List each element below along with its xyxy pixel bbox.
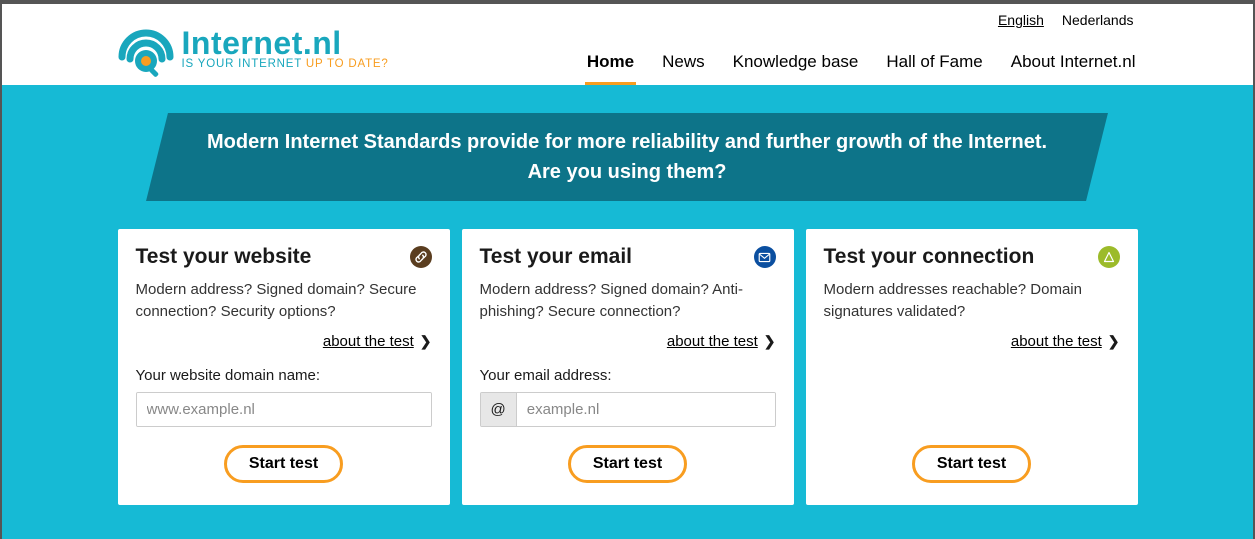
nav-news[interactable]: News	[660, 46, 707, 85]
connection-icon	[1098, 246, 1120, 268]
link-icon	[410, 246, 432, 268]
logo-subtitle: IS YOUR INTERNET UP TO DATE?	[182, 59, 389, 71]
nav-knowledge-base[interactable]: Knowledge base	[731, 46, 861, 85]
chevron-right-icon: ❯	[1108, 333, 1120, 350]
card-test-connection: Test your connection Modern addresses re…	[806, 229, 1138, 505]
about-test-website[interactable]: about the test	[323, 333, 414, 350]
start-test-website-button[interactable]: Start test	[224, 445, 343, 483]
tagline-line1: Modern Internet Standards provide for mo…	[207, 131, 1047, 153]
lang-dutch[interactable]: Nederlands	[1062, 12, 1134, 28]
site-logo[interactable]: Internet.nl IS YOUR INTERNET UP TO DATE?	[118, 21, 389, 85]
nav-hall-of-fame[interactable]: Hall of Fame	[884, 46, 984, 85]
card-desc-connection: Modern addresses reachable? Domain signa…	[824, 279, 1120, 323]
nav-about[interactable]: About Internet.nl	[1009, 46, 1138, 85]
mail-icon	[754, 246, 776, 268]
about-test-connection[interactable]: about the test	[1011, 333, 1102, 350]
website-input-label: Your website domain name:	[136, 367, 432, 384]
card-desc-email: Modern address? Signed domain? Anti-phis…	[480, 279, 776, 323]
logo-title: Internet.nl	[182, 27, 389, 59]
hero-tagline: Modern Internet Standards provide for mo…	[146, 113, 1108, 201]
hero-section: Modern Internet Standards provide for mo…	[2, 85, 1253, 539]
card-title-website: Test your website	[136, 245, 312, 269]
chevron-right-icon: ❯	[420, 333, 432, 350]
chevron-right-icon: ❯	[764, 333, 776, 350]
language-switcher: English Nederlands	[998, 12, 1138, 28]
card-test-email: Test your email Modern address? Signed d…	[462, 229, 794, 505]
logo-icon	[118, 21, 174, 77]
site-header: Internet.nl IS YOUR INTERNET UP TO DATE?…	[2, 4, 1253, 85]
tagline-line2: Are you using them?	[528, 161, 727, 183]
email-at-prefix: @	[481, 393, 517, 426]
email-domain-input[interactable]	[517, 393, 775, 426]
main-nav: Home News Knowledge base Hall of Fame Ab…	[585, 46, 1138, 85]
start-test-connection-button[interactable]: Start test	[912, 445, 1031, 483]
card-title-connection: Test your connection	[824, 245, 1035, 269]
website-input-wrap	[136, 392, 432, 427]
email-input-label: Your email address:	[480, 367, 776, 384]
card-test-website: Test your website Modern address? Signed…	[118, 229, 450, 505]
nav-home[interactable]: Home	[585, 46, 636, 85]
card-title-email: Test your email	[480, 245, 633, 269]
card-desc-website: Modern address? Signed domain? Secure co…	[136, 279, 432, 323]
start-test-email-button[interactable]: Start test	[568, 445, 687, 483]
email-input-wrap: @	[480, 392, 776, 427]
lang-english[interactable]: English	[998, 12, 1044, 28]
about-test-email[interactable]: about the test	[667, 333, 758, 350]
website-domain-input[interactable]	[137, 393, 431, 426]
